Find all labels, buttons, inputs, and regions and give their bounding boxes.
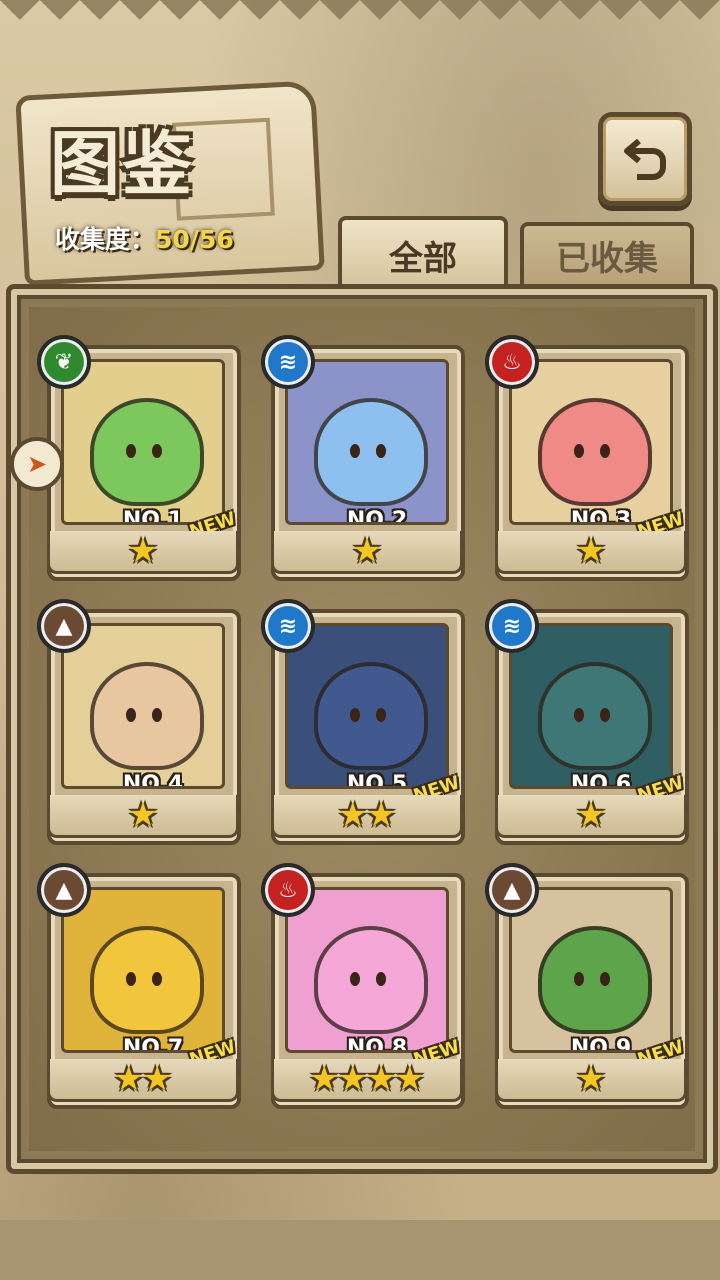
monster-figure xyxy=(314,398,428,506)
monster-figure xyxy=(538,926,652,1034)
monster-portrait: NO.6 xyxy=(509,623,673,789)
monster-figure xyxy=(538,662,652,770)
monster-eye xyxy=(350,972,360,986)
collection-progress: 收集度：50/56 xyxy=(55,220,234,256)
tab-collected-label: 已收集 xyxy=(556,238,658,279)
water-wave-icon: ≋ xyxy=(261,335,315,389)
monster-portrait: NO.9 xyxy=(509,887,673,1053)
monster-card[interactable]: NO.5 NEW ★ ★ ≋ xyxy=(261,599,465,859)
star-icon: ★ xyxy=(575,531,607,571)
mountain-icon: ▲ xyxy=(485,863,539,917)
star-rating: ★ ★ xyxy=(271,795,463,838)
star-icon: ★ xyxy=(337,795,368,835)
star-rating: ★ xyxy=(47,795,239,838)
monster-portrait: NO.4 xyxy=(61,623,225,789)
bottom-border-decoration xyxy=(0,1220,720,1280)
collection-value: 50/56 xyxy=(155,225,234,254)
star-rating: ★ xyxy=(495,1059,687,1102)
water-wave-icon: ≋ xyxy=(485,599,539,653)
monster-eye xyxy=(350,444,360,458)
water-wave-icon: ≋ xyxy=(261,599,315,653)
monster-eye xyxy=(376,972,386,986)
back-button[interactable] xyxy=(598,112,692,206)
monster-card[interactable]: NO.9 NEW ★ ▲ xyxy=(485,863,689,1123)
monster-card[interactable]: NO.4 ★ ▲ xyxy=(37,599,241,859)
monster-eye xyxy=(376,444,386,458)
star-rating: ★ ★ xyxy=(47,1059,239,1102)
star-rating: ★ xyxy=(495,531,687,574)
card-grid: NO.1 NEW ★ ❦ NO.2 ★ ≋ NO.3 NEW ★ ♨ NO.4 ★ ▲ NO.5 NEW ★ ★ ≋… xyxy=(29,307,695,1151)
monster-figure xyxy=(314,926,428,1034)
monster-eye xyxy=(600,708,610,722)
collection-panel: NO.1 NEW ★ ❦ NO.2 ★ ≋ NO.3 NEW ★ ♨ NO.4 ★ ▲ NO.5 NEW ★ ★ ≋… xyxy=(6,284,718,1174)
monster-portrait: NO.3 xyxy=(509,359,673,525)
star-icon: ★ xyxy=(309,1059,340,1099)
return-arrow-icon xyxy=(624,138,666,180)
monster-eye xyxy=(350,708,360,722)
star-rating: ★ xyxy=(47,531,239,574)
star-rating: ★ xyxy=(271,531,463,574)
mountain-icon: ▲ xyxy=(37,863,91,917)
star-icon: ★ xyxy=(575,1059,607,1099)
card-number: NO.4 xyxy=(122,772,184,789)
monster-card[interactable]: NO.1 NEW ★ ❦ xyxy=(37,335,241,595)
monster-eye xyxy=(126,708,136,722)
monster-portrait: NO.5 xyxy=(285,623,449,789)
star-icon: ★ xyxy=(127,531,159,571)
star-icon: ★ xyxy=(127,795,159,835)
star-icon: ★ xyxy=(113,1059,144,1099)
flame-icon: ♨ xyxy=(261,863,315,917)
star-rating: ★ xyxy=(495,795,687,838)
star-icon: ★ xyxy=(142,1059,173,1099)
star-icon: ★ xyxy=(575,795,607,835)
tab-collected[interactable]: 已收集 xyxy=(520,222,694,284)
star-icon: ★ xyxy=(366,795,397,835)
tab-all-label: 全部 xyxy=(389,238,457,279)
monster-portrait: NO.1 xyxy=(61,359,225,525)
monster-eye xyxy=(152,444,162,458)
monster-portrait: NO.8 xyxy=(285,887,449,1053)
monster-card[interactable]: NO.2 ★ ≋ xyxy=(261,335,465,595)
star-icon: ★ xyxy=(351,531,383,571)
monster-figure xyxy=(90,398,204,506)
monster-figure xyxy=(90,926,204,1034)
monster-card[interactable]: NO.3 NEW ★ ♨ xyxy=(485,335,689,595)
collection-label: 收集度： xyxy=(55,225,156,254)
tab-all[interactable]: 全部 xyxy=(338,216,508,290)
top-border-decoration xyxy=(0,0,720,40)
monster-figure xyxy=(90,662,204,770)
monster-figure xyxy=(538,398,652,506)
monster-figure xyxy=(314,662,428,770)
side-arrow-icon[interactable]: ➤ xyxy=(10,437,64,491)
monster-eye xyxy=(126,972,136,986)
card-number: NO.2 xyxy=(346,508,408,525)
mountain-icon: ▲ xyxy=(37,599,91,653)
monster-eye xyxy=(376,708,386,722)
monster-eye xyxy=(574,444,584,458)
monster-eye xyxy=(152,708,162,722)
monster-card[interactable]: NO.6 NEW ★ ≋ xyxy=(485,599,689,859)
star-icon: ★ xyxy=(394,1059,425,1099)
flame-icon: ♨ xyxy=(485,335,539,389)
star-icon: ★ xyxy=(337,1059,368,1099)
monster-portrait: NO.2 xyxy=(285,359,449,525)
monster-card[interactable]: NO.7 NEW ★ ★ ▲ xyxy=(37,863,241,1123)
star-rating: ★ ★ ★ ★ xyxy=(271,1059,463,1102)
monster-eye xyxy=(574,708,584,722)
monster-eye xyxy=(126,444,136,458)
monster-eye xyxy=(152,972,162,986)
star-icon: ★ xyxy=(366,1059,397,1099)
monster-eye xyxy=(574,972,584,986)
page-title: 图鉴 xyxy=(50,122,194,205)
monster-eye xyxy=(600,972,610,986)
leaf-icon: ❦ xyxy=(37,335,91,389)
monster-eye xyxy=(600,444,610,458)
monster-card[interactable]: NO.8 NEW ★ ★ ★ ★ ♨ xyxy=(261,863,465,1123)
monster-portrait: NO.7 xyxy=(61,887,225,1053)
